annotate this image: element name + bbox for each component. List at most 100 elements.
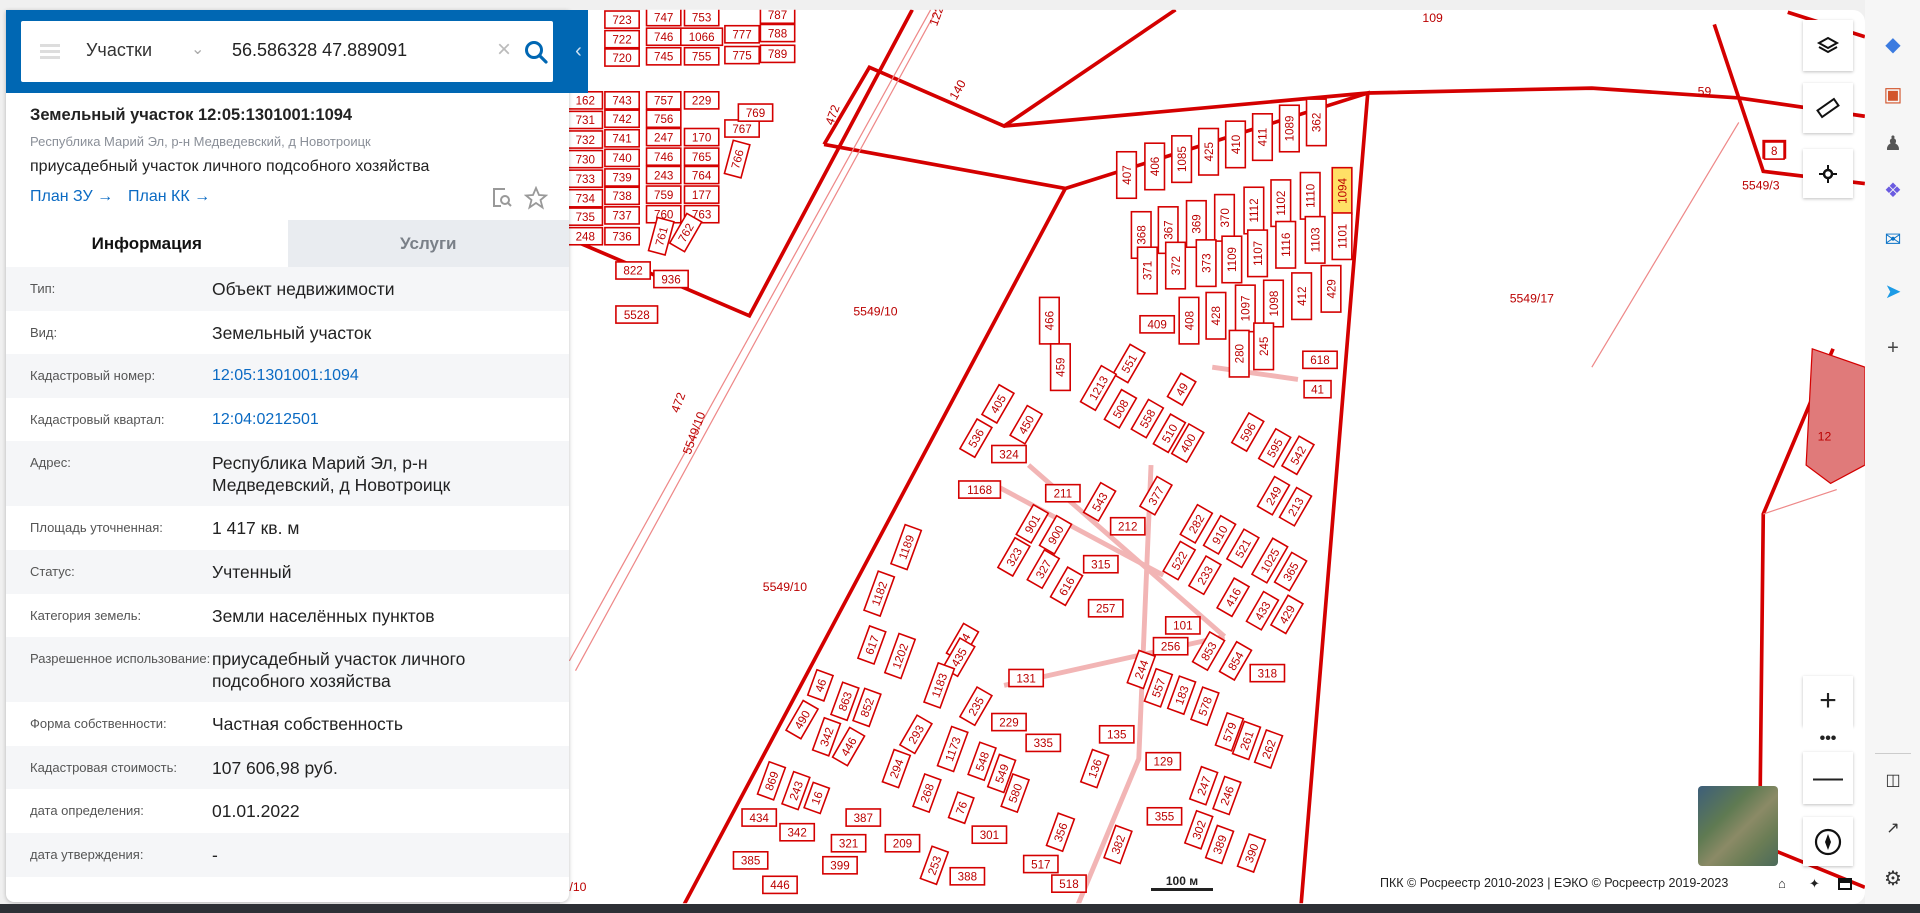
parcel[interactable]: 235 [958, 685, 994, 727]
parcel[interactable]: 742 [604, 109, 640, 129]
layers-button[interactable] [1803, 20, 1853, 71]
parcel[interactable]: 747 [645, 9, 682, 27]
star-icon[interactable] [524, 186, 548, 210]
parcel[interactable]: 759 [645, 185, 682, 204]
parcel[interactable]: 162 [567, 90, 604, 110]
parcel[interactable]: 788 [759, 23, 796, 43]
split-screen-icon[interactable]: ◫ [1880, 767, 1906, 793]
parcel[interactable]: 412 [1291, 272, 1313, 321]
parcel[interactable]: 1103 [1304, 215, 1326, 264]
parcel[interactable]: 1097 [1234, 284, 1256, 333]
parcel[interactable]: 737 [604, 206, 640, 225]
parcel[interactable]: 323 [996, 536, 1031, 578]
parcel[interactable]: 318 [1249, 663, 1286, 683]
copilot-icon[interactable]: ❖ [1880, 177, 1906, 203]
parcel[interactable]: 1183 [922, 661, 956, 709]
parcel[interactable]: 131 [1008, 668, 1045, 688]
crosshair-icon[interactable]: ✦ [1809, 876, 1820, 892]
parcel[interactable]: 377 [1138, 475, 1174, 516]
parcel[interactable]: 853 [1191, 630, 1226, 672]
parcel[interactable]: 293 [898, 714, 934, 755]
parcel[interactable]: 327 [1026, 548, 1061, 590]
parcel[interactable]: 1189 [889, 523, 923, 571]
parcel[interactable]: 135 [1098, 724, 1135, 744]
more-button[interactable]: ••• [1803, 726, 1853, 752]
parcel[interactable]: 408 [1178, 296, 1200, 345]
parcel[interactable]: 466 [1038, 296, 1060, 345]
parcel[interactable]: 869 [756, 760, 787, 801]
parcel[interactable]: 854 [1218, 640, 1253, 682]
parcel[interactable]: 136 [1079, 748, 1110, 789]
parcel[interactable]: 46 [806, 668, 835, 702]
search-type-select[interactable]: Участки [86, 40, 152, 61]
info-link[interactable]: 12:04:0212501 [212, 409, 512, 432]
parcel[interactable]: 245 [1253, 322, 1275, 371]
parcel[interactable]: 406 [1144, 142, 1166, 191]
parcel[interactable]: 757 [645, 90, 682, 110]
parcel[interactable]: 409 [1139, 314, 1176, 334]
parcel[interactable]: 411 [1251, 113, 1274, 162]
plan-kk-link[interactable]: План КК → [128, 188, 210, 206]
parcel[interactable]: 789 [759, 44, 796, 64]
parcel[interactable]: 315 [1082, 554, 1119, 574]
parcel[interactable]: 428 [1205, 291, 1227, 340]
basemap-thumbnail[interactable] [1698, 786, 1778, 866]
parcel[interactable]: 177 [683, 185, 720, 204]
parcel[interactable]: 732 [567, 130, 604, 149]
parcel[interactable]: 508 [1103, 388, 1138, 429]
plan-zu-link[interactable]: План ЗУ → [30, 188, 113, 206]
parcel[interactable]: 787 [759, 6, 796, 25]
parcel[interactable]: 1101 [1331, 212, 1353, 261]
compass-button[interactable] [1803, 817, 1853, 866]
parcel[interactable]: 5528 [615, 305, 659, 324]
home-icon[interactable]: ⌂ [1778, 876, 1786, 891]
parcel[interactable]: 1116 [1275, 220, 1297, 269]
parcel[interactable]: 405 [980, 383, 1016, 425]
parcel[interactable]: 769 [737, 103, 774, 122]
parcel[interactable]: 256 [1152, 636, 1189, 656]
parcel[interactable]: 1110 [1299, 171, 1321, 220]
parcel[interactable]: 764 [683, 165, 720, 185]
parcel[interactable]: 766 [723, 139, 751, 179]
parcel[interactable]: 743 [604, 90, 640, 110]
parcel[interactable]: 211 [1044, 483, 1081, 503]
parcel[interactable]: 1102 [1270, 179, 1292, 228]
parcel[interactable]: 233 [1187, 555, 1222, 596]
parcel[interactable]: 745 [645, 46, 682, 66]
parcel[interactable]: 720 [604, 48, 640, 67]
tab-information[interactable]: Информация [6, 220, 288, 267]
parcel[interactable]: 735 [567, 207, 604, 226]
parcel[interactable]: 342 [779, 822, 816, 842]
parcel[interactable]: 618 [1302, 350, 1338, 370]
parcel[interactable]: 450 [1009, 404, 1044, 445]
parcel[interactable]: 253 [919, 845, 950, 886]
parcel[interactable]: 434 [741, 808, 778, 827]
parcel[interactable]: 753 [683, 9, 720, 27]
send-icon[interactable]: ➤ [1880, 278, 1906, 304]
parcel[interactable]: 268 [912, 773, 942, 814]
parcel[interactable]: 936 [653, 269, 689, 289]
parcel[interactable]: 294 [881, 748, 912, 789]
parcel[interactable]: 616 [1049, 566, 1084, 607]
parcel[interactable]: 777 [724, 24, 760, 44]
parcel[interactable]: 356 [1045, 812, 1076, 853]
parcel[interactable]: 1173 [936, 725, 969, 773]
parcel[interactable]: 385 [732, 851, 769, 870]
parcel[interactable]: 518 [1051, 874, 1087, 893]
parcel[interactable]: 734 [567, 188, 604, 208]
parcel[interactable]: 8 [1763, 141, 1785, 160]
parcel[interactable]: 425 [1197, 127, 1220, 176]
chevron-down-icon[interactable]: ⌄ [191, 39, 204, 59]
tab-services[interactable]: Услуги [287, 220, 569, 267]
parcel[interactable]: 76 [947, 791, 975, 825]
parcel[interactable]: 370 [1213, 193, 1236, 242]
parcel[interactable]: 170 [683, 127, 720, 147]
search-document-icon[interactable] [490, 186, 514, 210]
add-icon[interactable]: + [1880, 335, 1906, 361]
parcel[interactable]: 746 [645, 147, 682, 167]
info-link[interactable]: 12:05:1301001:1094 [212, 365, 512, 388]
parcel[interactable]: 209 [884, 833, 921, 853]
parcel[interactable]: 1098 [1262, 279, 1285, 328]
parcel[interactable]: 741 [604, 128, 640, 148]
selected-parcel[interactable]: 1094 [1331, 166, 1353, 215]
